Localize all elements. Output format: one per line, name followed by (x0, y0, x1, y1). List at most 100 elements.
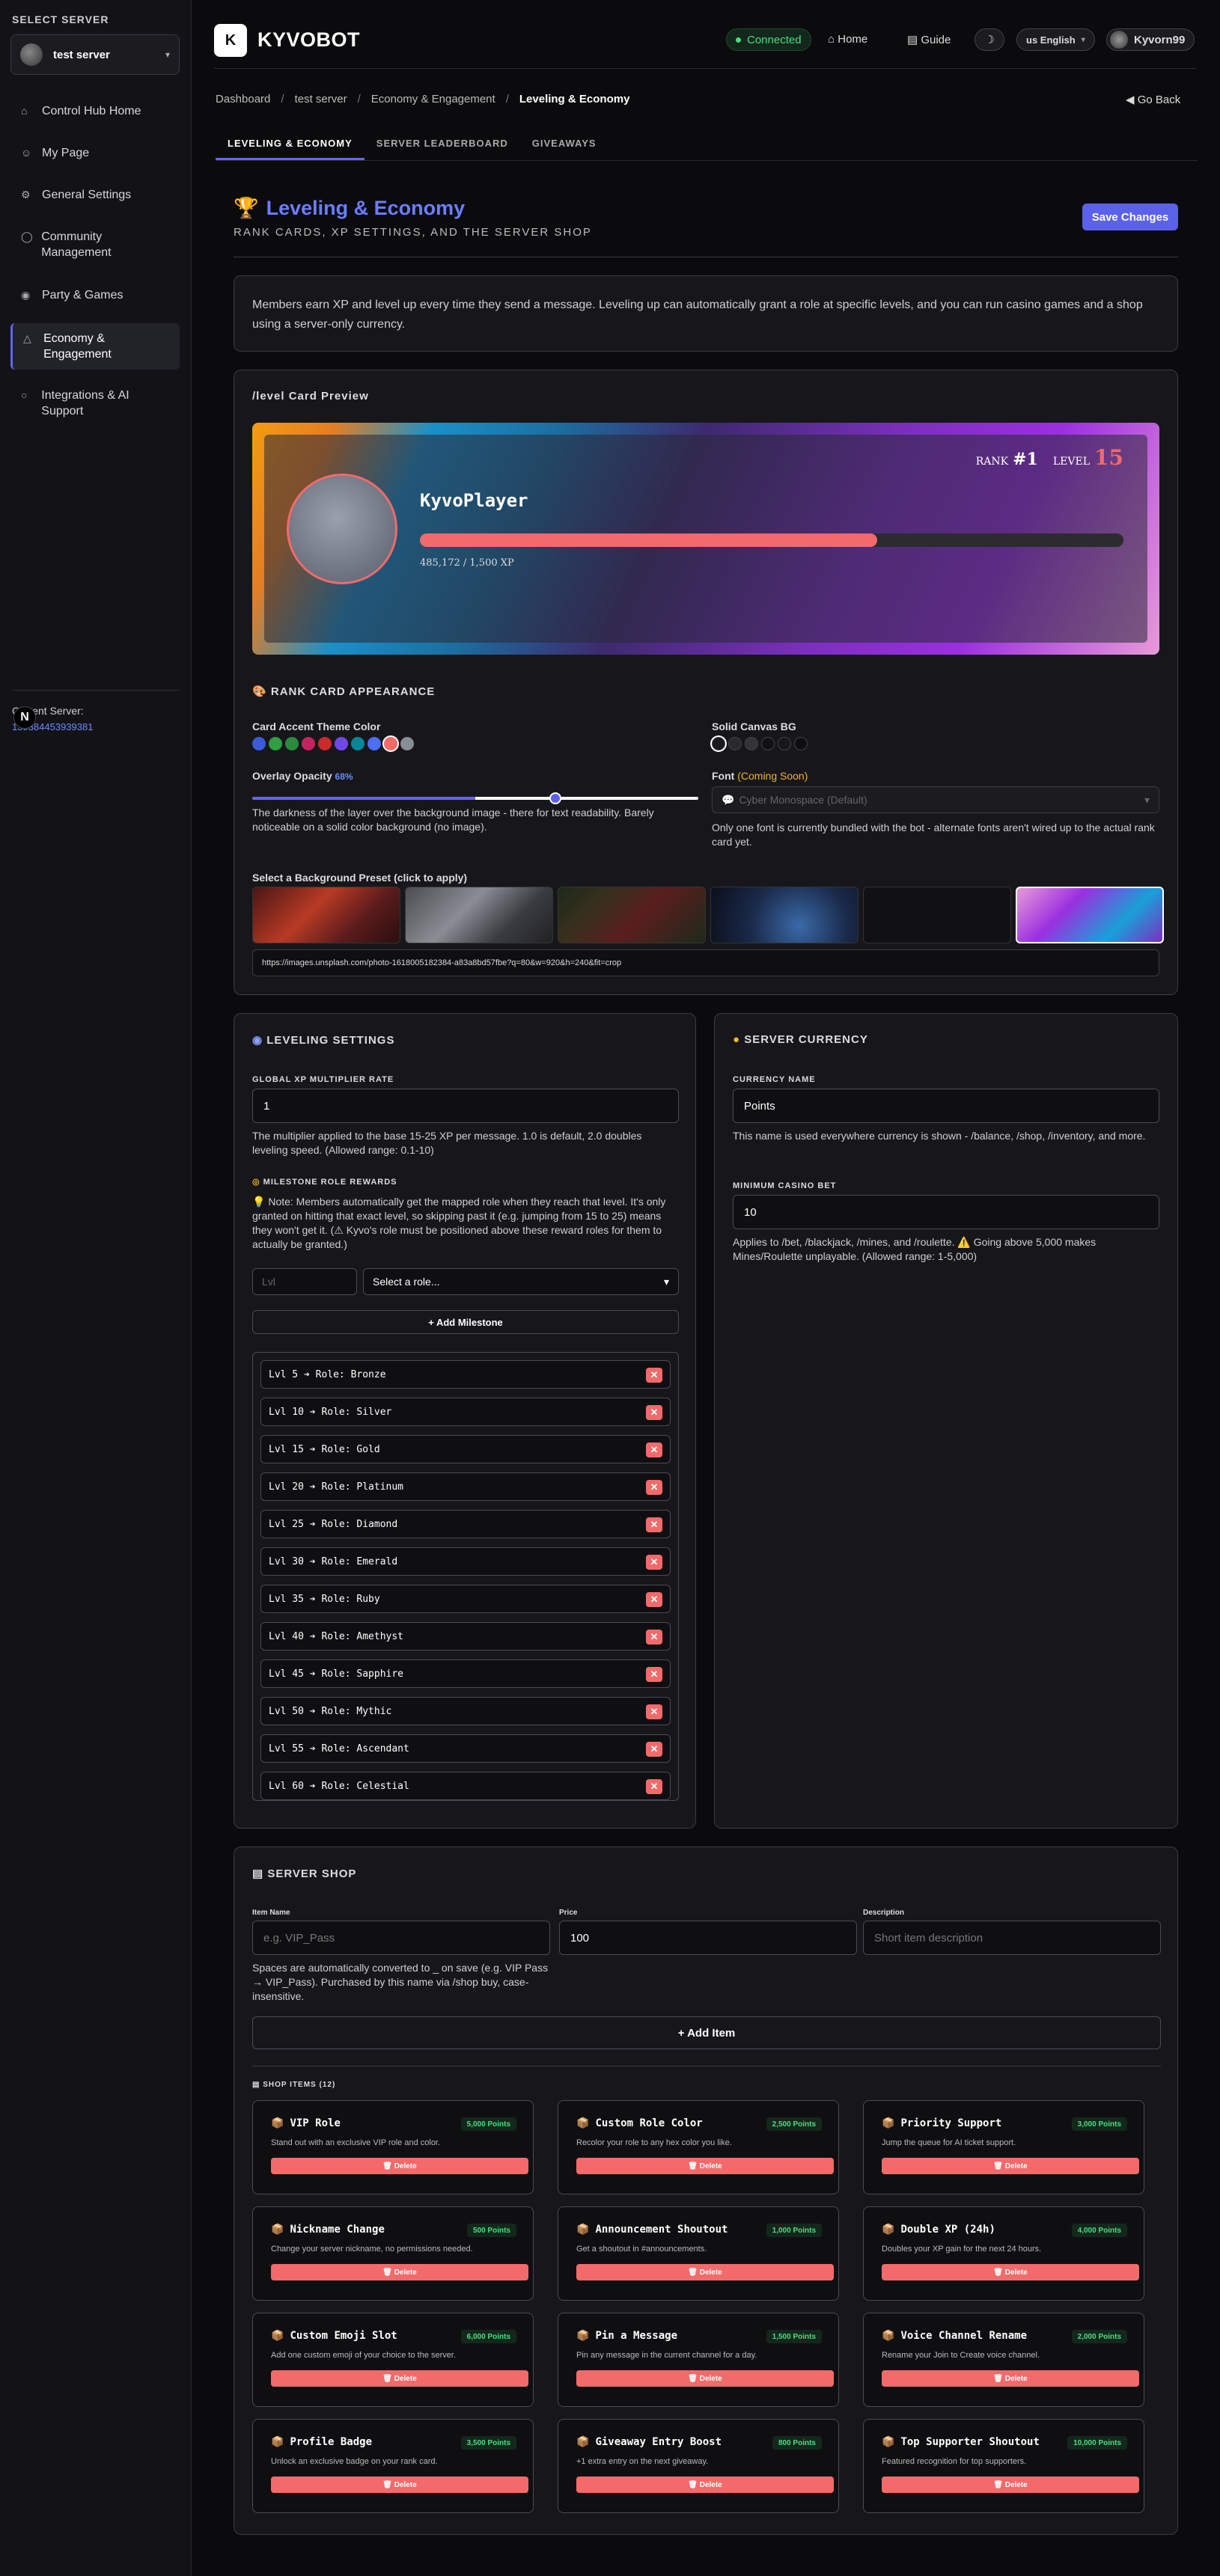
accent-color-swatch[interactable] (318, 737, 332, 750)
opacity-slider-handle[interactable] (549, 792, 562, 804)
intro-text: Members earn XP and level up every time … (252, 299, 1143, 331)
home-link-label: Home (838, 33, 868, 46)
sidebar-item-control-hub-home[interactable]: ⌂ Control Hub Home (10, 96, 180, 126)
tab-leveling-economy[interactable]: LEVELING & ECONOMY (216, 130, 365, 160)
accent-color-swatch[interactable] (367, 737, 381, 750)
preset-2[interactable] (405, 887, 553, 943)
canvas-color-swatch[interactable] (761, 737, 775, 750)
xp-multiplier-input[interactable]: 1 (252, 1089, 679, 1123)
sidebar-item-party-games[interactable]: ◉ Party & Games (10, 280, 180, 310)
delete-item-button[interactable]: 🗑 Delete (882, 2370, 1139, 2387)
breadcrumb-item[interactable]: Economy & Engagement (371, 93, 495, 105)
delete-item-button[interactable]: 🗑 Delete (271, 2158, 528, 2174)
canvas-color-swatch[interactable] (745, 737, 758, 750)
milestone-role-select[interactable]: Select a role... ▾ (363, 1268, 679, 1295)
server-select[interactable]: test server ▾ (10, 34, 180, 75)
tab-giveaways[interactable]: GIVEAWAYS (520, 130, 609, 160)
accent-color-swatch[interactable] (400, 737, 414, 750)
remove-milestone-button[interactable]: ✕ (646, 1779, 662, 1794)
remove-milestone-button[interactable]: ✕ (646, 1555, 662, 1570)
sidebar-item-integrations-ai-support[interactable]: ○ Integrations & AI Support (10, 380, 180, 426)
delete-item-button[interactable]: 🗑 Delete (576, 2264, 834, 2280)
sidebar-item-general-settings[interactable]: ⚙ General Settings (10, 180, 180, 210)
delete-item-button[interactable]: 🗑 Delete (882, 2476, 1139, 2493)
milestone-row: Lvl 20 ➔ Role: Platinum ✕ (260, 1472, 671, 1501)
accent-color-swatch[interactable] (384, 737, 397, 750)
shop-item-name-text: Custom Emoji Slot (290, 2330, 397, 2342)
breadcrumb-item[interactable]: test server (295, 93, 347, 105)
palette-icon: 🎨 (252, 685, 271, 698)
shop-item-card: 📦 Nickname Change 500 Points Change your se… (252, 2206, 534, 2301)
tab-server-leaderboard[interactable]: SERVER LEADERBOARD (365, 130, 520, 160)
accent-color-swatch[interactable] (302, 737, 315, 750)
delete-item-button[interactable]: 🗑 Delete (882, 2158, 1139, 2174)
preset-4[interactable] (710, 887, 858, 943)
shop-item-name: 📦 Pin a Message (576, 2330, 677, 2342)
milestone-level-input[interactable]: Lvl (252, 1268, 357, 1295)
server-currency-panel: ● SERVER CURRENCY CURRENCY NAME Points T… (714, 1013, 1178, 1829)
home-link[interactable]: ⌂ Home (828, 33, 867, 46)
canvas-color-swatch[interactable] (728, 737, 742, 750)
add-item-button[interactable]: + Add Item (252, 2016, 1161, 2049)
opacity-slider[interactable] (252, 792, 698, 804)
font-select[interactable]: 💬 Cyber Monospace (Default) ▾ (712, 786, 1159, 813)
n-badge[interactable]: N (13, 706, 36, 729)
sidebar-item-community-management[interactable]: ◯ Community Management (10, 221, 180, 268)
remove-milestone-button[interactable]: ✕ (646, 1368, 662, 1383)
price-input[interactable]: 100 (559, 1921, 857, 1955)
shop-item-card: 📦 Profile Badge 3,500 Points Unlock an excl… (252, 2419, 534, 2513)
remove-milestone-button[interactable]: ✕ (646, 1704, 662, 1719)
accent-color-swatch[interactable] (285, 737, 299, 750)
delete-item-button[interactable]: 🗑 Delete (576, 2476, 834, 2493)
chevron-down-icon: ▾ (1144, 793, 1150, 806)
remove-milestone-button[interactable]: ✕ (646, 1405, 662, 1420)
delete-item-button[interactable]: 🗑 Delete (271, 2264, 528, 2280)
remove-milestone-button[interactable]: ✕ (646, 1443, 662, 1457)
remove-milestone-button[interactable]: ✕ (646, 1517, 662, 1532)
delete-item-button[interactable]: 🗑 Delete (882, 2264, 1139, 2280)
delete-item-button[interactable]: 🗑 Delete (271, 2476, 528, 2493)
description-input[interactable]: Short item description (863, 1921, 1161, 1955)
canvas-color-swatch[interactable] (712, 737, 725, 750)
add-milestone-button[interactable]: + Add Milestone (252, 1310, 679, 1334)
guide-link[interactable]: ▤ Guide (907, 33, 951, 46)
item-name-input[interactable]: e.g. VIP_Pass (252, 1921, 550, 1955)
language-select[interactable]: us English ▾ (1016, 28, 1095, 51)
brand-name: KYVOBOT (257, 28, 361, 51)
delete-item-button[interactable]: 🗑 Delete (576, 2370, 834, 2387)
accent-color-swatch[interactable] (335, 737, 348, 750)
rank-value: #1 (1013, 450, 1038, 469)
preset-3[interactable] (558, 887, 706, 943)
shop-item-price: 500 Points (466, 2224, 516, 2237)
xp-text: 485,172 / 1,500 XP (420, 557, 514, 569)
background-url-input[interactable]: https://images.unsplash.com/photo-161800… (252, 949, 1159, 976)
remove-milestone-button[interactable]: ✕ (646, 1480, 662, 1495)
remove-milestone-button[interactable]: ✕ (646, 1742, 662, 1757)
remove-milestone-button[interactable]: ✕ (646, 1630, 662, 1645)
sidebar-item-my-page[interactable]: ☺ My Page (10, 138, 180, 168)
remove-milestone-button[interactable]: ✕ (646, 1592, 662, 1607)
sidebar-item-economy-engagement[interactable]: △ Economy & Engagement (10, 323, 180, 370)
canvas-color-swatch[interactable] (778, 737, 791, 750)
accent-color-swatch[interactable] (269, 737, 282, 750)
min-bet-input[interactable]: 10 (733, 1195, 1159, 1229)
preset-6[interactable] (1016, 887, 1164, 943)
user-menu-button[interactable]: Kyvorn99 (1106, 28, 1195, 51)
arrow-left-icon: ◀ (1126, 94, 1138, 106)
go-back-link[interactable]: ◀ Go Back (1126, 93, 1180, 106)
shop-item-name-text: Voice Channel Rename (900, 2330, 1028, 2342)
shop-item-name-text: Giveaway Entry Boost (595, 2436, 722, 2448)
shop-item-card: 📦 Top Supporter Shoutout 10,000 Points Feat… (863, 2419, 1144, 2513)
canvas-color-swatch[interactable] (794, 737, 808, 750)
save-changes-button[interactable]: Save Changes (1082, 204, 1178, 230)
accent-color-swatch[interactable] (351, 737, 365, 750)
breadcrumb-item[interactable]: Dashboard (216, 93, 270, 105)
preset-5[interactable] (863, 887, 1011, 943)
currency-name-input[interactable]: Points (733, 1089, 1159, 1123)
remove-milestone-button[interactable]: ✕ (646, 1667, 662, 1682)
delete-item-button[interactable]: 🗑 Delete (271, 2370, 528, 2387)
accent-color-swatch[interactable] (252, 737, 266, 750)
delete-item-button[interactable]: 🗑 Delete (576, 2158, 834, 2174)
theme-toggle-button[interactable]: ☽ (975, 28, 1004, 51)
preset-1[interactable] (252, 887, 400, 943)
